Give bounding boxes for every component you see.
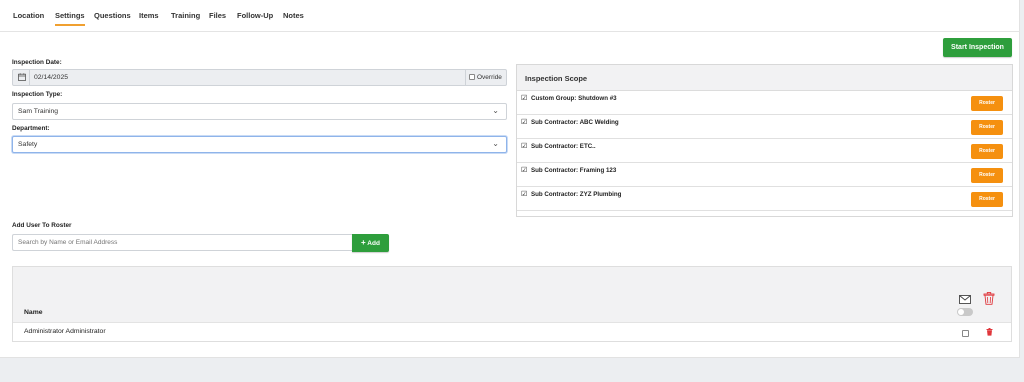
roster-button[interactable]: Roster [971, 192, 1003, 207]
scope-row: ☑ Sub Contractor: ETC.. Roster [517, 139, 1012, 163]
user-search-input[interactable] [12, 234, 352, 251]
roster-button[interactable]: Roster [971, 96, 1003, 111]
name-column-header: Name [24, 309, 43, 316]
roster-table-header: Name [13, 267, 1011, 322]
scope-row: ☑ Sub Contractor: ABC Welding Roster [517, 115, 1012, 139]
roster-table: Name Administrator Administrator [12, 266, 1012, 342]
scope-item-name: Sub Contractor: Framing 123 [531, 167, 617, 174]
roster-button[interactable]: Roster [971, 168, 1003, 183]
tab-settings[interactable]: Settings [55, 11, 85, 26]
inspection-type-label: Inspection Type: [12, 91, 63, 98]
checkbox-checked-icon[interactable]: ☑ [521, 142, 527, 150]
inspection-date-field[interactable]: 02/14/2025 Override [12, 69, 507, 86]
tab-training[interactable]: Training [171, 11, 200, 20]
scope-row: ☑ Custom Group: Shutdown #3 Roster [517, 91, 1012, 115]
inspection-date-label: Inspection Date: [12, 59, 62, 66]
plus-icon: + [361, 238, 366, 247]
row-email-checkbox[interactable] [962, 330, 969, 337]
table-row: Administrator Administrator [13, 322, 1011, 342]
inspection-scope-panel: Inspection Scope ☑ Custom Group: Shutdow… [516, 64, 1013, 217]
roster-button[interactable]: Roster [971, 144, 1003, 159]
inspection-scope-title: Inspection Scope [525, 74, 588, 83]
tab-files[interactable]: Files [209, 11, 226, 20]
scope-item-name: Sub Contractor: ABC Welding [531, 119, 619, 126]
override-label: Override [477, 73, 502, 81]
scope-row: ☑ Sub Contractor: Framing 123 Roster [517, 163, 1012, 187]
tab-items[interactable]: Items [139, 11, 159, 20]
inspection-scope-header: Inspection Scope [517, 65, 1012, 91]
tab-questions[interactable]: Questions [94, 11, 131, 20]
scope-item-name: Custom Group: Shutdown #3 [531, 95, 617, 102]
inspection-settings-card: Location Settings Questions Items Traini… [0, 0, 1020, 358]
email-toggle[interactable] [957, 308, 973, 316]
inspection-date-value: 02/14/2025 [34, 74, 69, 81]
checkbox-checked-icon[interactable]: ☑ [521, 166, 527, 174]
inspection-type-select[interactable]: Sam Training ⌄ [12, 103, 507, 120]
checkbox-checked-icon[interactable]: ☑ [521, 190, 527, 198]
trash-icon[interactable] [986, 328, 993, 338]
add-user-button-label: Add [367, 240, 380, 247]
tab-follow-up[interactable]: Follow-Up [237, 11, 273, 20]
department-value: Safety [18, 141, 38, 148]
email-envelope-icon[interactable] [959, 295, 971, 306]
add-user-button[interactable]: + Add [352, 234, 389, 252]
tab-location[interactable]: Location [13, 11, 44, 20]
roster-button[interactable]: Roster [971, 120, 1003, 135]
add-user-label: Add User To Roster [12, 222, 72, 229]
start-inspection-button[interactable]: Start Inspection [943, 38, 1012, 57]
checkbox-checked-icon[interactable]: ☑ [521, 118, 527, 126]
checkbox-checked-icon[interactable]: ☑ [521, 94, 527, 102]
trash-icon[interactable] [983, 292, 995, 307]
tab-bar: Location Settings Questions Items Traini… [0, 0, 1020, 32]
scope-item-name: Sub Contractor: ZYZ Plumbing [531, 191, 622, 198]
scope-row: ☑ Sub Contractor: ZYZ Plumbing Roster [517, 187, 1012, 211]
roster-user-name: Administrator Administrator [24, 328, 106, 335]
scope-item-name: Sub Contractor: ETC.. [531, 143, 596, 150]
department-label: Department: [12, 125, 50, 132]
department-select[interactable]: Safety ⌄ [12, 136, 507, 153]
inspection-type-value: Sam Training [18, 108, 59, 115]
chevron-down-icon: ⌄ [492, 139, 499, 148]
override-checkbox[interactable] [469, 74, 475, 80]
calendar-icon[interactable] [18, 73, 26, 83]
chevron-down-icon: ⌄ [492, 106, 499, 115]
tab-notes[interactable]: Notes [283, 11, 304, 20]
